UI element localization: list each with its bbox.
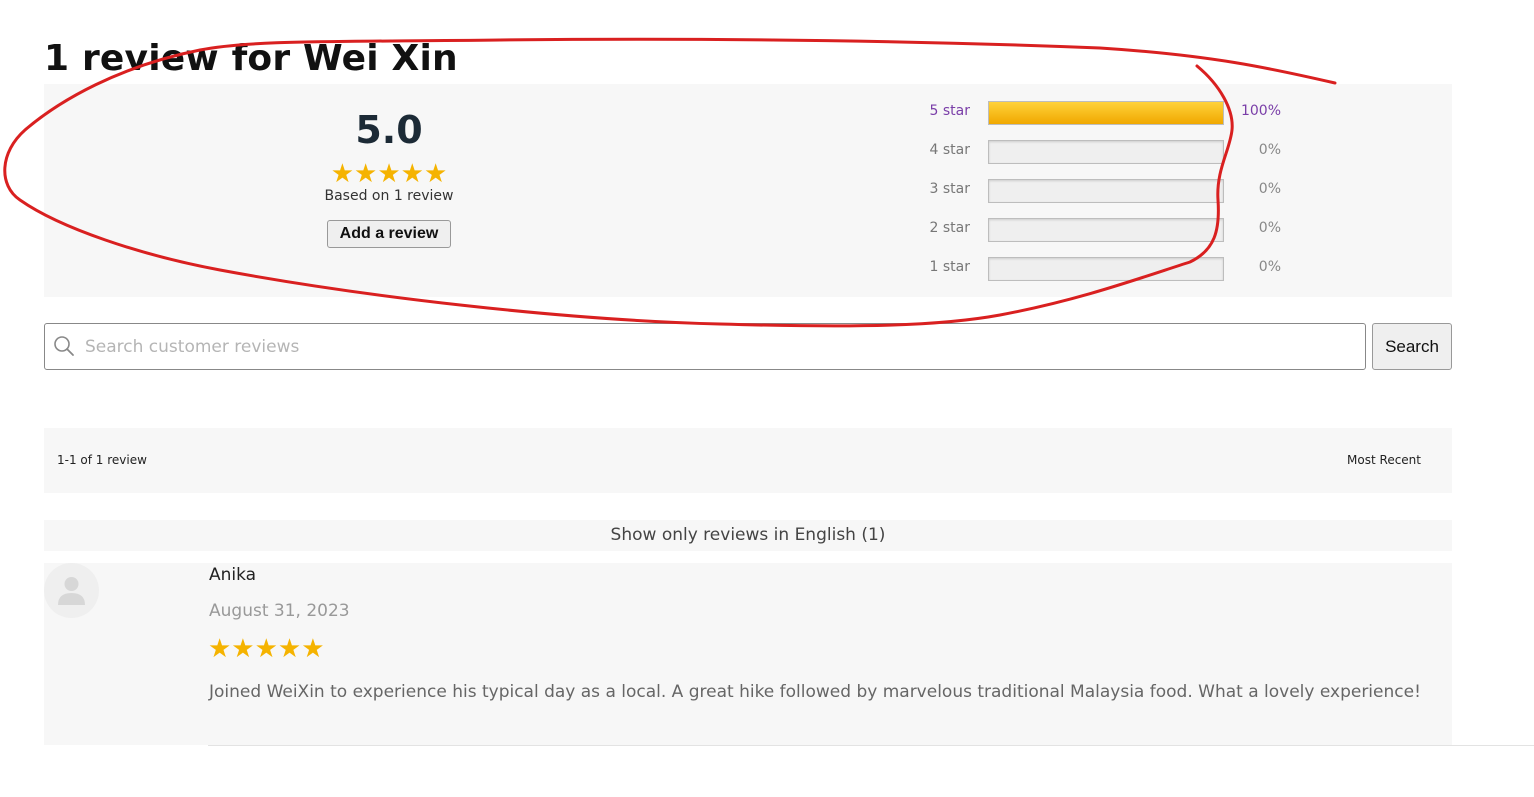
average-rating-value: 5.0: [355, 108, 423, 152]
user-icon: [58, 577, 85, 605]
distribution-row-3-star: 3 star 0%: [924, 177, 1304, 216]
review-date: August 31, 2023: [209, 601, 350, 621]
distribution-percent: 0%: [1258, 181, 1281, 197]
review-text: Joined WeiXin to experience his typical …: [209, 682, 1421, 702]
distribution-percent: 0%: [1258, 259, 1281, 275]
distribution-percent[interactable]: 100%: [1224, 103, 1281, 119]
distribution-bar: [988, 179, 1224, 203]
search-input[interactable]: [83, 325, 1357, 368]
distribution-row-4-star: 4 star 0%: [924, 138, 1304, 177]
distribution-percent: 0%: [1258, 220, 1281, 236]
add-review-button[interactable]: Add a review: [326, 220, 452, 248]
distribution-bar[interactable]: [988, 101, 1224, 125]
divider: [208, 745, 1534, 746]
distribution-row-5-star[interactable]: 5 star 100%: [924, 99, 1304, 138]
distribution-bar-fill: [989, 102, 1223, 124]
avatar: [44, 563, 99, 618]
average-rating-block: 5.0 ★★★★★ Based on 1 review Add a review: [294, 106, 484, 248]
distribution-label: 4 star: [929, 142, 970, 158]
rating-distribution: 5 star 100% 4 star 0% 3 star 0% 2 star 0…: [924, 99, 1304, 294]
reviews-toolbar: 1-1 of 1 review Most Recent: [44, 428, 1452, 493]
review-item: Anika August 31, 2023 ★★★★★ Joined WeiXi…: [44, 563, 1452, 745]
distribution-bar: [988, 218, 1224, 242]
distribution-row-2-star: 2 star 0%: [924, 216, 1304, 255]
search-button[interactable]: Search: [1372, 323, 1452, 370]
distribution-bar: [988, 257, 1224, 281]
distribution-label: 2 star: [929, 220, 970, 236]
average-star-rating: ★★★★★: [330, 158, 448, 188]
distribution-label[interactable]: 5 star: [924, 103, 970, 119]
search-icon: [54, 336, 74, 356]
distribution-percent: 0%: [1258, 142, 1281, 158]
rating-summary: 5.0 ★★★★★ Based on 1 review Add a review…: [44, 84, 1452, 297]
review-count: 1-1 of 1 review: [57, 453, 147, 467]
distribution-label: 3 star: [929, 181, 970, 197]
sort-dropdown[interactable]: Most Recent: [1347, 453, 1421, 467]
distribution-row-1-star: 1 star 0%: [924, 255, 1304, 294]
page-title: 1 review for Wei Xin: [44, 38, 458, 79]
reviewer-name: Anika: [209, 565, 257, 585]
language-filter-link[interactable]: Show only reviews in English (1): [44, 520, 1452, 551]
based-on-text: Based on 1 review: [324, 188, 454, 204]
search-box[interactable]: [44, 323, 1366, 370]
distribution-label: 1 star: [929, 259, 970, 275]
distribution-bar: [988, 140, 1224, 164]
review-star-rating: ★★★★★: [208, 633, 325, 663]
